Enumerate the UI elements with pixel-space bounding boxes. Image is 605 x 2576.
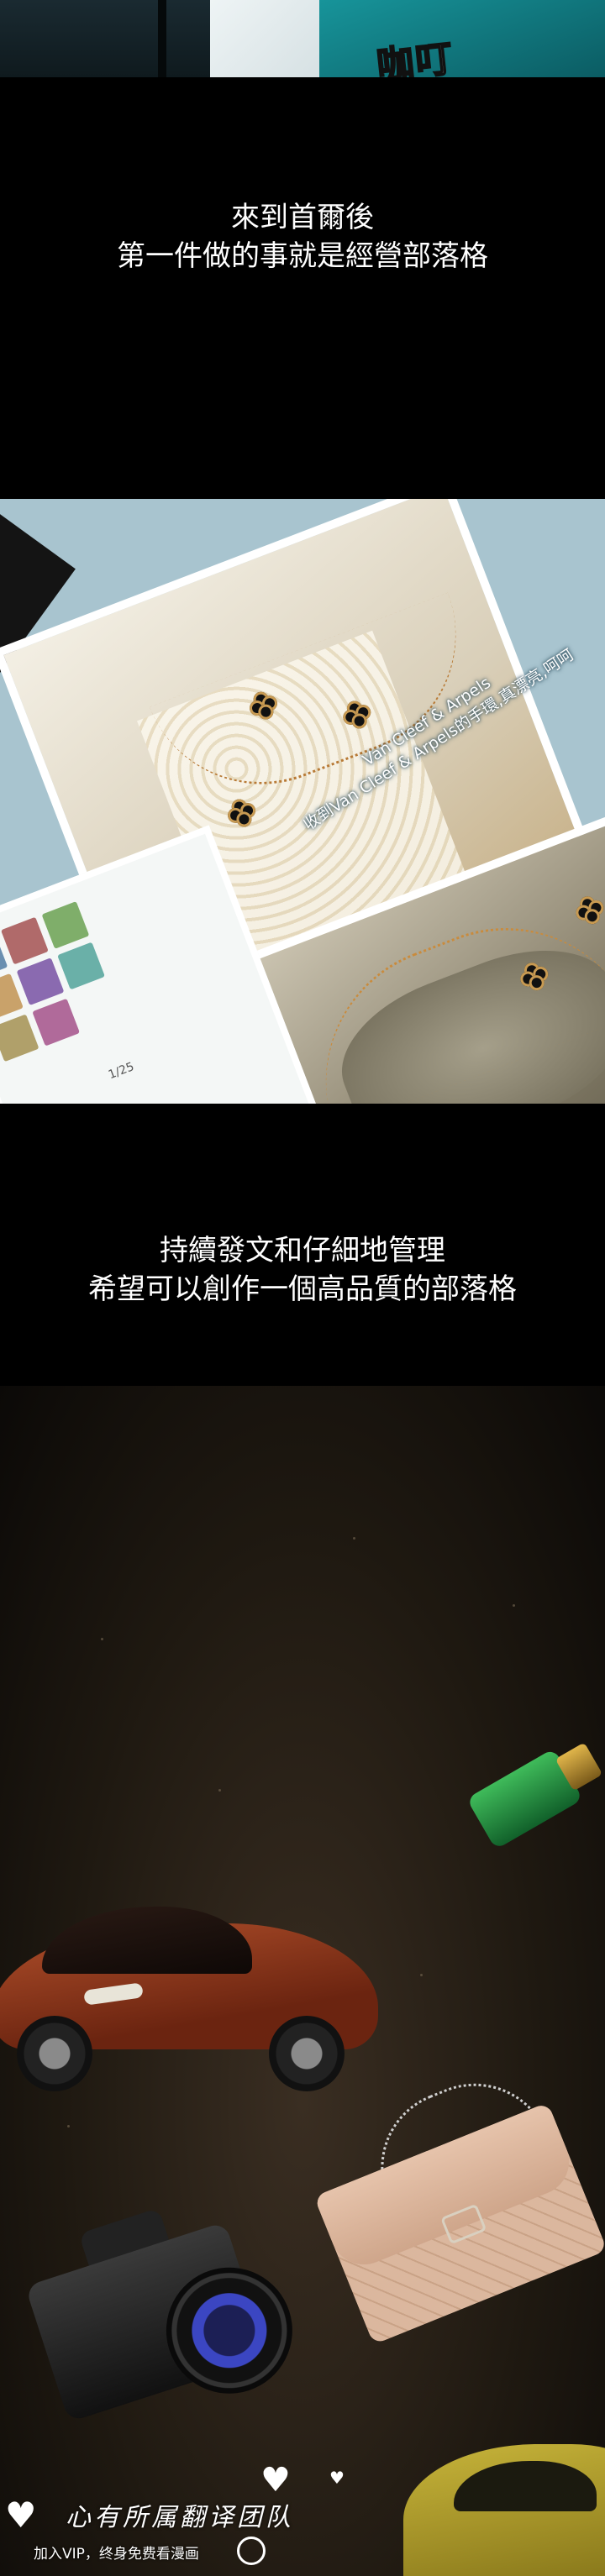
car-windshield	[454, 2461, 597, 2511]
page-indicator: 1/25	[106, 1060, 136, 1083]
luxury-items-panel	[0, 1386, 605, 2576]
green-perfume-bottle	[454, 1714, 605, 1865]
teal-sleeve	[319, 0, 605, 77]
heart-icon: ♥	[329, 2468, 345, 2488]
ring-icon	[237, 2537, 266, 2565]
narration-1-line-1: 來到首爾後	[231, 201, 374, 234]
top-comic-panel: 咖叮	[0, 0, 605, 77]
narration-1-line-2: 第一件做的事就是經營部落格	[117, 239, 488, 273]
car-wheel	[269, 2016, 345, 2091]
computer-screen	[0, 0, 210, 77]
feed-thumbnail	[41, 901, 90, 949]
clover-charm-icon	[571, 892, 605, 929]
blog-photo-panel: 1/25 Van Cleef & Arpels 收到Van Cleef & Ar…	[0, 499, 605, 1104]
car-windshield	[42, 1907, 252, 1974]
monitor-bezel	[158, 0, 166, 77]
feed-thumbnail	[16, 957, 65, 1006]
yellow-sports-car	[403, 2444, 605, 2576]
red-sports-car	[0, 1890, 387, 2091]
narration-caption-2: 持續發文和仔細地管理 希望可以創作一個高品質的部落格	[0, 1231, 605, 1309]
watermark-title: 心有所属翻译团队	[66, 2503, 294, 2532]
feed-thumbnail	[32, 998, 81, 1047]
watermark-subtitle: 加入VIP，终身免费看漫画	[34, 2546, 199, 2563]
heart-icon: ♥	[260, 2461, 291, 2500]
sound-effect-text: 咖叮	[374, 36, 457, 77]
feed-thumbnail	[0, 916, 49, 965]
heart-icon: ♥	[5, 2495, 37, 2536]
feed-thumbnail	[0, 1014, 39, 1062]
narration-2-line-1: 持續發文和仔細地管理	[160, 1234, 445, 1267]
translator-watermark: ♥ ♥ ♥ 心有所属翻译团队 加入VIP，终身免费看漫画	[0, 2461, 345, 2576]
car-wheel	[17, 2016, 92, 2091]
narration-2-line-2: 希望可以創作一個高品質的部落格	[88, 1272, 517, 1306]
narration-caption-1: 來到首爾後 第一件做的事就是經營部落格	[0, 198, 605, 275]
quilted-handbag	[302, 2059, 605, 2345]
dslr-camera	[14, 2174, 329, 2462]
feed-thumbnail	[57, 942, 105, 990]
